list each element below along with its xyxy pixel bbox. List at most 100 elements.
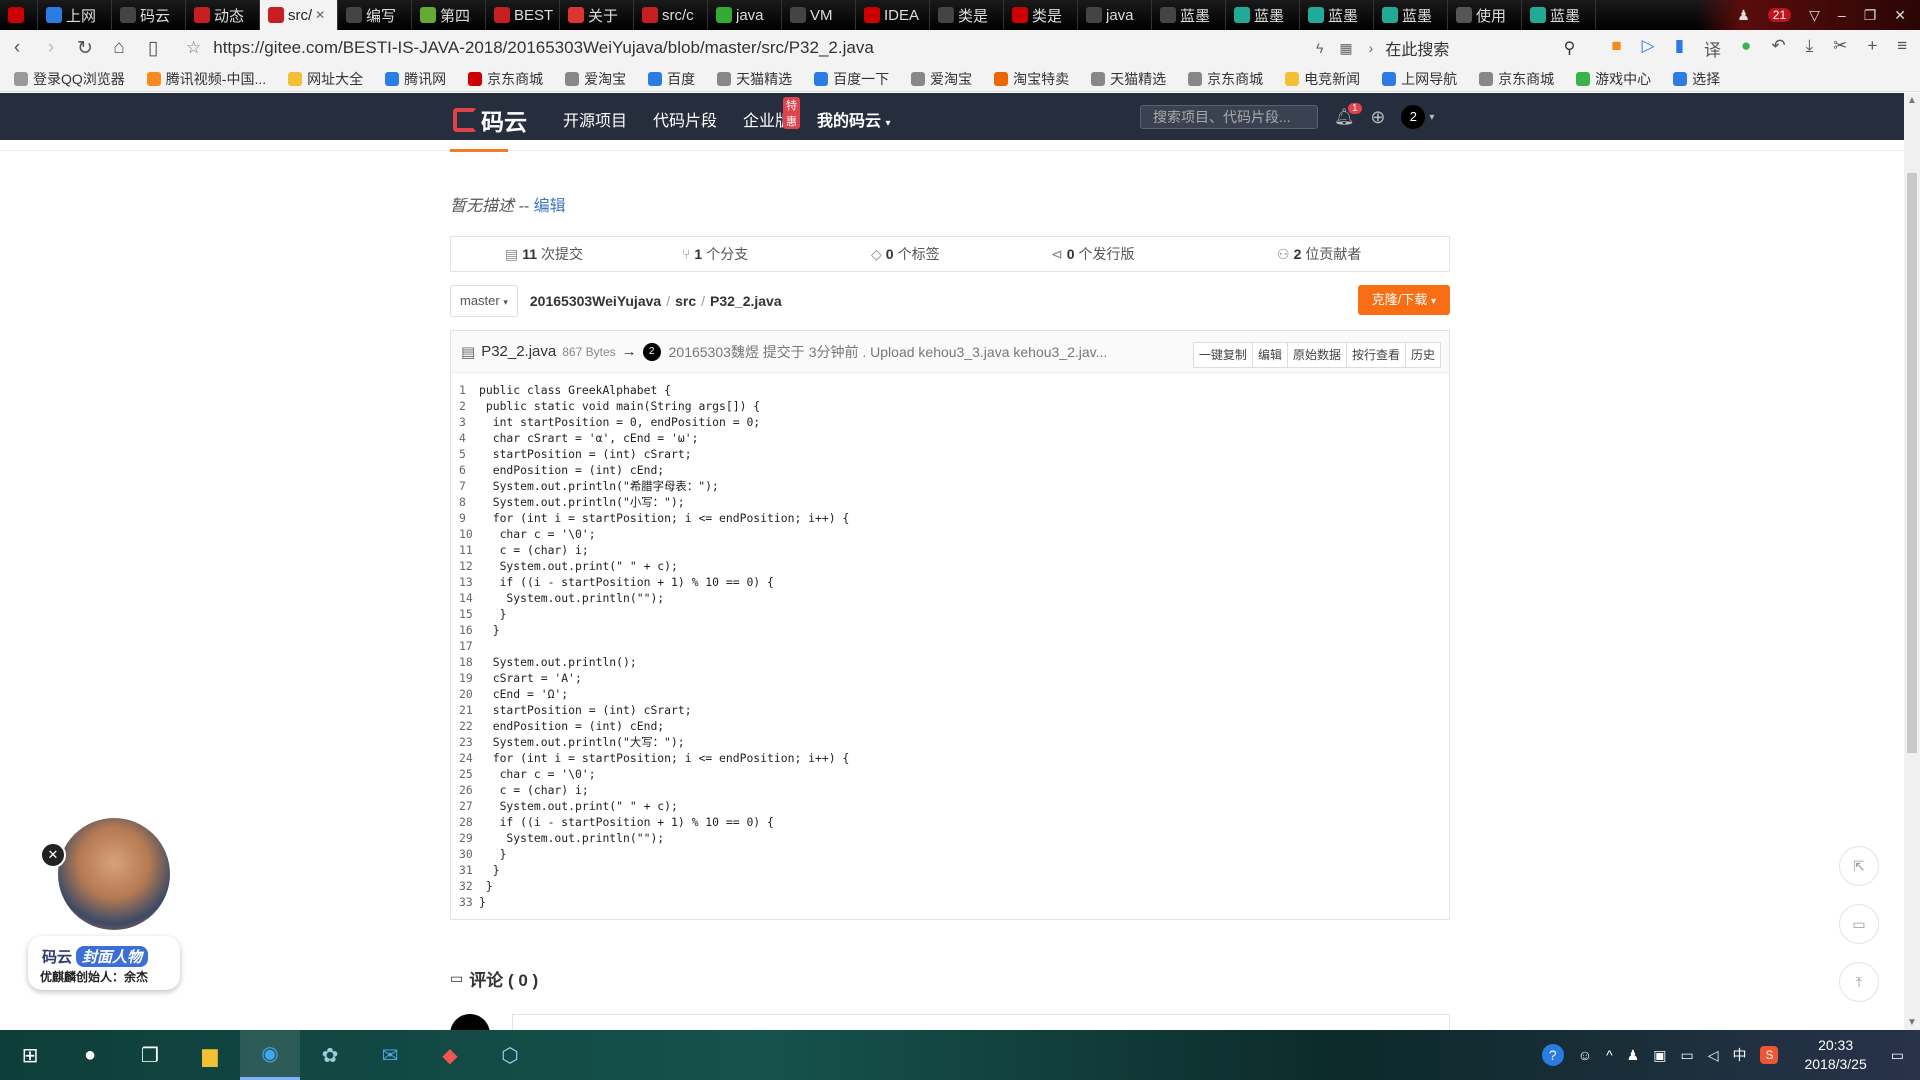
stat-branch[interactable]: ⑂ 1 个分支 [682,244,748,264]
bookmark-item[interactable]: 京东商城 [468,69,543,89]
caret-down-icon[interactable]: ▾ [1429,112,1434,123]
bookmark-item[interactable]: 百度 [648,69,695,89]
browser-tab[interactable]: 使用 [1448,0,1522,30]
browser-tab[interactable]: VM [782,0,856,30]
chevron-right-icon[interactable]: › [1369,40,1374,56]
bookmark-item[interactable]: 选择 [1673,69,1720,89]
bookmark-item[interactable]: 爱淘宝 [911,69,972,89]
promo-card[interactable]: 码云 封面人物 优麒麟创始人：余杰 [28,936,180,990]
browser-tab[interactable]: 第四 [412,0,486,30]
gift-icon[interactable]: ▽ [1809,7,1820,24]
browser-tab[interactable]: BEST [486,0,560,30]
history-button[interactable]: 历史 [1404,342,1441,368]
author-avatar[interactable]: 2 [642,342,661,361]
bookmark-item[interactable]: 天猫精选 [1091,69,1166,89]
browser-tab[interactable]: 蓝墨 [1522,0,1596,30]
sogou-icon[interactable]: S [1760,1046,1779,1064]
git-icon[interactable]: ◆ [420,1030,480,1080]
share-icon[interactable]: ⇱ [1839,846,1879,886]
line-number[interactable]: 29 [451,830,479,846]
line-number[interactable]: 21 [451,702,479,718]
line-number[interactable]: 14 [451,590,479,606]
line-number[interactable]: 30 [451,846,479,862]
line-number[interactable]: 28 [451,814,479,830]
raw-button[interactable]: 原始数据 [1286,342,1347,368]
bookmark-item[interactable]: 淘宝特卖 [994,69,1069,89]
qq-icon[interactable]: ♟ [1627,1047,1640,1064]
breadcrumb-dir[interactable]: src [675,293,696,309]
bookmark-item[interactable]: 腾讯视频-中国... [146,69,266,89]
browser-tab[interactable]: src/c [634,0,708,30]
line-number[interactable]: 26 [451,782,479,798]
mail-icon[interactable]: ✉ [360,1030,420,1080]
notification-center-icon[interactable]: ▭ [1891,1047,1904,1064]
site-search-input[interactable]: 搜索项目、代码片段... [1140,105,1318,129]
bookmark-item[interactable]: 游戏中心 [1576,69,1651,89]
line-number[interactable]: 25 [451,766,479,782]
stat-commit[interactable]: ▤ 11 次提交 [505,244,583,264]
scissors-icon[interactable]: ✂ [1833,36,1847,61]
scroll-thumb[interactable] [1907,173,1917,753]
feedback-icon[interactable]: ▭ [1839,904,1879,944]
line-number[interactable]: 1 [451,382,479,398]
file-explorer-icon[interactable]: ▆ [180,1030,240,1080]
nav-my-gitee[interactable]: 我的码云 ▾ [817,107,891,131]
video-icon[interactable]: ■ [1611,36,1621,61]
browser-tab[interactable]: java [1078,0,1152,30]
line-number[interactable]: 23 [451,734,479,750]
nav-enterprise[interactable]: 企业版 特惠 [743,97,801,131]
tray-chevron-up-icon[interactable]: ^ [1606,1047,1613,1063]
nav-open-source[interactable]: 开源项目 [563,107,627,131]
play-icon[interactable]: ▷ [1642,36,1655,61]
app-icon[interactable]: ✿ [300,1030,360,1080]
edit-description-link[interactable]: 编辑 [534,198,566,215]
line-number[interactable]: 7 [451,478,479,494]
back-icon[interactable]: ‹ [0,37,34,59]
blame-button[interactable]: 按行查看 [1345,342,1406,368]
line-number[interactable]: 11 [451,542,479,558]
battery-icon[interactable]: ▭ [1680,1047,1693,1064]
line-number[interactable]: 13 [451,574,479,590]
bell-icon[interactable]: 🔔︎ 1 [1334,103,1362,127]
help-icon[interactable]: ? [1541,1044,1564,1066]
browser-tab[interactable]: 蓝墨 [1226,0,1300,30]
skin-icon[interactable]: ♟ [1737,7,1750,24]
lightning-icon[interactable]: ϟ [1316,40,1323,56]
line-number[interactable]: 32 [451,878,479,894]
close-tab-icon[interactable]: ✕ [315,8,325,22]
virtualbox-icon[interactable]: ⬡ [480,1030,540,1080]
bookmark-icon[interactable]: ▮ [1675,36,1684,61]
line-number[interactable]: 3 [451,414,479,430]
line-number[interactable]: 12 [451,558,479,574]
bookmark-item[interactable]: 百度一下 [814,69,889,89]
line-number[interactable]: 27 [451,798,479,814]
volume-icon[interactable]: ◁ [1708,1047,1719,1064]
home-icon[interactable]: ⌂ [102,37,136,59]
bookmark-item[interactable]: 天猫精选 [717,69,792,89]
edit-button[interactable]: 编辑 [1251,342,1288,368]
back-to-top-icon[interactable]: ⤒ [1839,962,1879,1002]
undo-icon[interactable]: ↶ [1771,36,1785,61]
bookmark-star-icon[interactable]: ☆ [186,38,201,58]
line-number[interactable]: 4 [451,430,479,446]
line-number[interactable]: 15 [451,606,479,622]
line-number[interactable]: 16 [451,622,479,638]
stat-release[interactable]: ⊲ 0 个发行版 [1051,244,1135,264]
line-number[interactable]: 22 [451,718,479,734]
line-number[interactable]: 2 [451,398,479,414]
copy-button[interactable]: 一键复制 [1192,342,1253,368]
gitee-logo[interactable]: 码云 [453,103,527,137]
stat-contributors[interactable]: ⚇ 2 位贡献者 [1277,244,1361,264]
tab-counter[interactable]: 21 [1767,8,1792,22]
line-number[interactable]: 33 [451,894,479,910]
line-number[interactable]: 8 [451,494,479,510]
bookmark-item[interactable]: 腾讯网 [385,69,446,89]
bookmark-item[interactable]: 爱淘宝 [565,69,626,89]
minimize-button[interactable]: – [1838,7,1846,23]
browser-tab[interactable]: 关于 [560,0,634,30]
restore-button[interactable]: ❐ [1864,7,1877,24]
add-icon[interactable]: ⊕ [1370,107,1385,128]
bookmark-item[interactable]: 网址大全 [288,69,363,89]
bookmark-item[interactable]: 京东商城 [1188,69,1263,89]
bookmark-item[interactable]: 登录QQ浏览器 [14,69,125,89]
